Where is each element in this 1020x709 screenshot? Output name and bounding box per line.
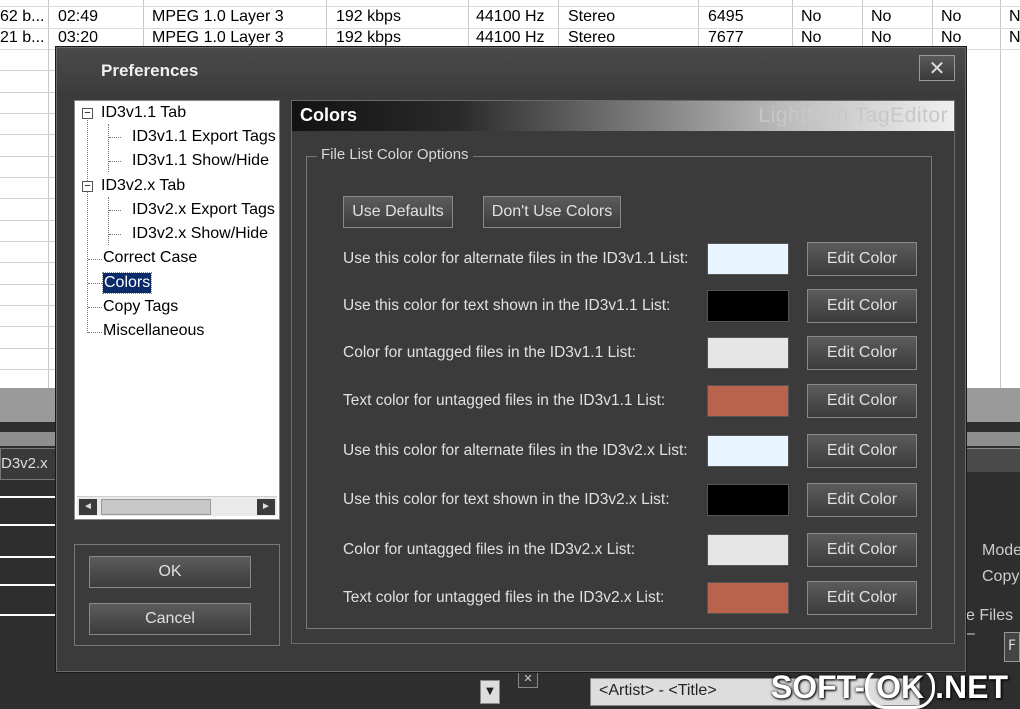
edit-color-button[interactable]: Edit Color	[807, 384, 917, 418]
preferences-tree[interactable]: − ID3v1.1 Tab ID3v1.1 Export Tags ID3v1.…	[74, 100, 280, 520]
tree-item-id3v1-tab[interactable]: ID3v1.1 Tab	[101, 103, 186, 123]
file-list-color-options-group: File List Color Options Use Defaults Don…	[306, 146, 932, 629]
close-icon: ✕	[928, 56, 946, 80]
cell: MPEG 1.0 Layer 3	[152, 29, 284, 46]
cell: 6495	[708, 8, 744, 25]
tree-item-id3v1-export-tags[interactable]: ID3v1.1 Export Tags	[132, 127, 276, 147]
edit-color-button[interactable]: Edit Color	[807, 434, 917, 468]
tree-horizontal-scrollbar[interactable]: ◄ ►	[77, 496, 277, 516]
cell: No	[801, 8, 822, 25]
collapse-toggle-icon[interactable]: −	[82, 108, 93, 119]
background-right-label: Copy	[982, 568, 1020, 585]
scroll-right-icon[interactable]: ►	[257, 499, 275, 515]
cell: 192 kbps	[336, 8, 401, 25]
option-label: Use this color for text shown in the ID3…	[343, 491, 670, 508]
background-right-label: Mode	[982, 542, 1020, 559]
cell: N	[1009, 29, 1020, 46]
background-stripe	[0, 556, 56, 558]
cell: 02:49	[58, 8, 99, 25]
cell: 21 b...	[0, 29, 45, 46]
cell: N	[1009, 8, 1020, 25]
tree-item-id3v2-show-hide[interactable]: ID3v2.x Show/Hide	[132, 224, 268, 244]
color-swatch	[707, 435, 789, 467]
file-row[interactable]: 21 b... 03:20 MPEG 1.0 Layer 3 192 kbps …	[0, 28, 1020, 49]
edit-color-button[interactable]: Edit Color	[807, 242, 917, 276]
preferences-dialog: Preferences ✕ − ID3v1.1 Tab ID3v1.1 Expo…	[56, 47, 966, 672]
app-brand: LightMan TagEditor	[758, 104, 948, 127]
background-stripe	[0, 614, 56, 616]
cell: MPEG 1.0 Layer 3	[152, 8, 284, 25]
cancel-button[interactable]: Cancel	[89, 603, 251, 635]
option-label: Text color for untagged files in the ID3…	[343, 589, 665, 606]
color-swatch	[707, 534, 789, 566]
scroll-down-icon[interactable]: ▼	[480, 680, 500, 704]
tree-item-id3v2-tab[interactable]: ID3v2.x Tab	[101, 176, 185, 196]
tree-item-id3v1-show-hide[interactable]: ID3v1.1 Show/Hide	[132, 151, 269, 171]
title-bar[interactable]: Preferences ✕	[57, 48, 965, 91]
tree-item-id3v2-export-tags[interactable]: ID3v2.x Export Tags	[132, 200, 275, 220]
close-button[interactable]: ✕	[919, 55, 955, 81]
tree-item-miscellaneous[interactable]: Miscellaneous	[103, 321, 204, 341]
color-swatch	[707, 385, 789, 417]
option-label: Use this color for alternate files in th…	[343, 250, 689, 267]
color-swatch	[707, 243, 789, 275]
dialog-buttons-group: OK Cancel	[74, 544, 280, 646]
file-row[interactable]: 62 b... 02:49 MPEG 1.0 Layer 3 192 kbps …	[0, 7, 1020, 28]
background-right-band	[966, 448, 1020, 472]
cell: 44100 Hz	[476, 8, 545, 25]
ok-button[interactable]: OK	[89, 556, 251, 588]
edit-color-button[interactable]: Edit Color	[807, 581, 917, 615]
group-title: File List Color Options	[317, 146, 473, 163]
cell: No	[941, 29, 962, 46]
background-stripe	[0, 496, 56, 498]
dialog-title: Preferences	[101, 61, 199, 80]
tree-item-colors[interactable]: Colors	[101, 272, 153, 294]
cell: 192 kbps	[336, 29, 401, 46]
watermark: SOFT- OK .NET	[771, 666, 1008, 709]
edit-color-button[interactable]: Edit Color	[807, 483, 917, 517]
cell: Stereo	[568, 29, 616, 46]
panel-header: Colors LightMan TagEditor	[292, 101, 954, 131]
tree-item-correct-case[interactable]: Correct Case	[103, 248, 197, 268]
collapse-toggle-icon[interactable]: −	[82, 181, 93, 192]
watermark-right: .NET	[935, 669, 1008, 705]
background-stripe	[0, 524, 56, 526]
option-label: Use this color for alternate files in th…	[343, 442, 688, 459]
cell: 7677	[708, 29, 744, 46]
use-defaults-button[interactable]: Use Defaults	[343, 196, 453, 228]
option-label: Text color for untagged files in the ID3…	[343, 392, 666, 409]
colors-settings-panel: Colors LightMan TagEditor File List Colo…	[291, 100, 955, 644]
color-swatch	[707, 582, 789, 614]
color-swatch	[707, 337, 789, 369]
cell: No	[941, 8, 962, 25]
scrollbar-thumb[interactable]	[101, 499, 211, 515]
edit-color-button[interactable]: Edit Color	[807, 289, 917, 323]
tree-item-copy-tags[interactable]: Copy Tags	[103, 297, 178, 317]
watermark-left: SOFT-	[770, 669, 866, 705]
cell: No	[871, 29, 892, 46]
scroll-left-icon[interactable]: ◄	[79, 499, 97, 515]
background-tab[interactable]: D3v2.x	[0, 448, 56, 480]
background-stripe	[0, 584, 56, 586]
background-close-icon[interactable]: ✕	[518, 670, 538, 688]
edit-color-button[interactable]: Edit Color	[807, 336, 917, 370]
color-swatch	[707, 290, 789, 322]
dont-use-colors-button[interactable]: Don't Use Colors	[483, 196, 621, 228]
cell: Stereo	[568, 8, 616, 25]
cell: 03:20	[58, 29, 99, 46]
background-right-button[interactable]: F	[1004, 632, 1020, 662]
cell: 62 b...	[0, 8, 45, 25]
option-label: Color for untagged files in the ID3v1.1 …	[343, 344, 636, 361]
edit-color-button[interactable]: Edit Color	[807, 533, 917, 567]
option-label: Color for untagged files in the ID3v2.x …	[343, 541, 636, 558]
option-label: Use this color for text shown in the ID3…	[343, 297, 671, 314]
color-swatch	[707, 484, 789, 516]
watermark-ok: OK	[865, 666, 936, 709]
cell: 44100 Hz	[476, 29, 545, 46]
cell: No	[801, 29, 822, 46]
panel-title: Colors	[300, 105, 358, 125]
cell: No	[871, 8, 892, 25]
